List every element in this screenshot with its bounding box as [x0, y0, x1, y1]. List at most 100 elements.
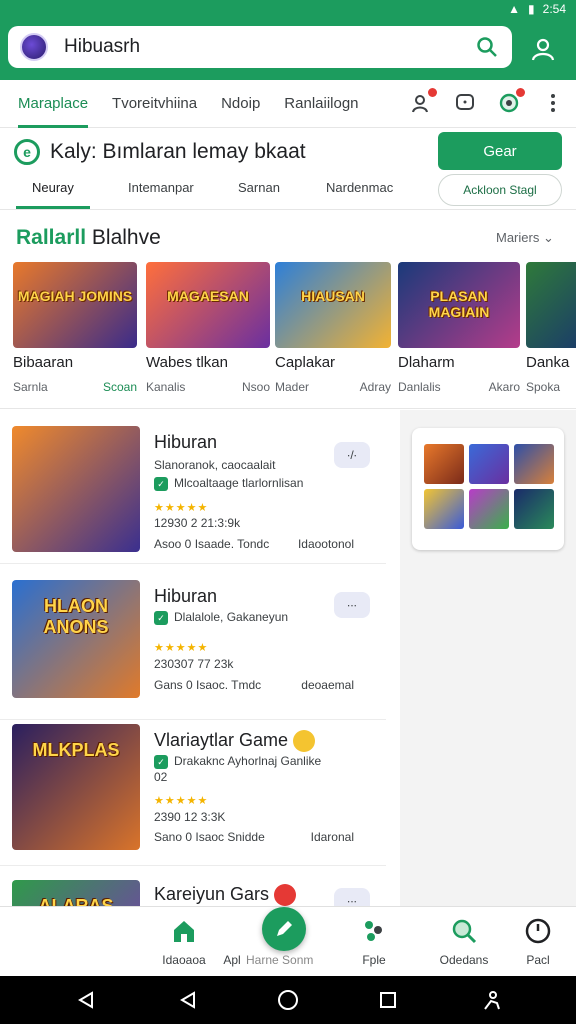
home-icon — [170, 917, 198, 945]
subtab-4[interactable]: Nardenmac — [326, 180, 393, 195]
app-logo-icon — [20, 33, 48, 61]
game-foot: Gans 0 Isaoc. Tmdc deoaemal — [154, 678, 354, 692]
more-options-button[interactable]: ∙/∙ — [334, 442, 370, 468]
top-app-bar: Hibuasrh — [0, 18, 576, 80]
card-title: Caplakar — [275, 354, 336, 371]
more-options-button[interactable]: ∙∙∙ — [334, 592, 370, 618]
more-vert-icon[interactable] — [540, 90, 566, 116]
card-title: Bibaaran — [13, 354, 74, 371]
games-icon[interactable] — [496, 88, 525, 116]
game-meta: 230307 77 23k — [154, 657, 234, 671]
recents-icon[interactable] — [376, 988, 400, 1012]
verified-icon: ✓ — [154, 755, 168, 769]
edit-icon — [277, 921, 292, 936]
carousel-card[interactable]: PLASAN MAGIAIN Dlaharm Danlalis Akaro — [398, 262, 520, 394]
tab-4[interactable]: Ranlaiilogn — [272, 80, 370, 128]
card-sub-right: Nsoo — [241, 380, 270, 394]
fab-label: Harne Sonm — [246, 953, 314, 967]
tab-2[interactable]: Tvoreitvhiina — [100, 80, 209, 128]
rating-stars: ★★★★★ — [154, 502, 209, 514]
tab-marketplace[interactable]: Maraplace — [0, 80, 100, 128]
mini-thumb[interactable] — [424, 489, 464, 529]
card-sub: Danlalis — [398, 380, 441, 394]
card-sub-right: Akaro — [488, 380, 520, 394]
carousel-card[interactable]: HIAUSAN Caplakar Mader Adray — [275, 262, 391, 394]
promo-banner: e Kaly: Bımlaran lemay bkaat Gear — [0, 130, 576, 174]
people-icon — [360, 917, 388, 945]
edit-fab-button[interactable] — [262, 907, 306, 951]
game-developer: ✓ Dlalalole, Gakaneyun — [154, 610, 288, 625]
top-tabs: Maraplace Tvoreitvhiina Ndoip Ranlaiilog… — [0, 80, 576, 128]
banner-button[interactable]: Gear — [438, 132, 562, 170]
bottom-nav-people[interactable]: Fple — [332, 907, 416, 977]
game-thumbnail: HIAUSAN — [275, 262, 391, 348]
mini-thumb[interactable] — [514, 489, 554, 529]
mini-game-grid[interactable] — [412, 428, 564, 550]
game-thumbnail — [12, 426, 140, 552]
notification-icon[interactable] — [408, 88, 437, 116]
card-sub-right: Scoan — [102, 380, 137, 394]
mini-thumb[interactable] — [514, 444, 554, 484]
battery-icon: ▮ — [528, 2, 535, 16]
badge-icon — [274, 884, 297, 907]
subtab-3[interactable]: Sarnan — [238, 180, 280, 195]
apps-icon — [218, 917, 246, 945]
card-sub-right: Adray — [359, 380, 391, 394]
list-item[interactable]: Hiburan Slanoranok, caocaalait ✓ Mlcoalta… — [0, 424, 386, 564]
card-sub: Kanalis — [146, 380, 186, 394]
carousel-card[interactable]: MAGAESAN Wabes tlkan Kanalis Nsoo — [146, 262, 270, 394]
game-thumbnail: MAGAESAN — [146, 262, 270, 348]
game-thumbnail: HLAON ANONS — [12, 580, 140, 698]
divider — [0, 408, 576, 409]
subtab-indicator — [16, 206, 90, 209]
game-title: Hiburan — [154, 432, 218, 452]
accessibility-icon[interactable] — [480, 988, 504, 1012]
section-title: Rallarll Blalhve — [16, 226, 161, 249]
featured-carousel: MAGIAH JOMINS Bibaaran Sarnla Scoan MAGAE… — [0, 262, 576, 402]
filter-chip[interactable]: Ackloon Stagl — [438, 174, 562, 206]
mini-thumb[interactable] — [469, 489, 509, 529]
rating-stars: ★★★★★ — [154, 795, 209, 807]
game-developer-extra: 02 — [154, 770, 168, 784]
card-title: Danka — [526, 354, 570, 371]
tab-3[interactable]: Ndoip — [209, 80, 272, 128]
game-foot: Sano 0 Isaoc Snidde Idaronal — [154, 830, 354, 844]
search-icon[interactable] — [474, 34, 500, 60]
game-meta: 2390 12 3:3K — [154, 810, 226, 824]
subtab-1[interactable]: Neuray — [32, 180, 74, 195]
coin-icon — [293, 730, 316, 753]
game-thumbnail: MAGIAH JOMINS — [13, 262, 137, 348]
side-panel — [400, 410, 576, 910]
bottom-nav-timer[interactable]: Pacl — [496, 907, 576, 977]
search-bar[interactable]: Hibuasrh — [8, 26, 512, 68]
game-foot: Asoo 0 Isaade. Tondc Idaootonol — [154, 537, 354, 551]
list-item[interactable]: MLKPLAS Vlariaytlar Game ✓ Drakaknc Ayhor… — [0, 724, 386, 866]
subtab-2[interactable]: Intemanpar — [128, 180, 194, 195]
section-more-link[interactable]: Mariers ⌄ — [496, 230, 554, 246]
carousel-card[interactable]: MAGIAH JOMINS Bibaaran Sarnla Scoan — [13, 262, 137, 394]
back-icon[interactable] — [74, 988, 98, 1012]
search-input[interactable]: Hibuasrh — [64, 36, 474, 58]
bottom-navigation: Idaoaoa Apl Harne Sonm Fple Odedans Pacl — [0, 906, 576, 976]
chat-icon[interactable] — [452, 90, 478, 116]
carousel-card[interactable]: Danka Spoka — [526, 262, 576, 394]
game-developer: ✓ Drakaknc Ayhorlnaj Ganlike — [154, 754, 321, 769]
home-button-icon[interactable] — [276, 988, 300, 1012]
bottom-nav-search[interactable]: Odedans — [422, 907, 506, 977]
chevron-down-icon: ⌄ — [542, 230, 554, 245]
list-item[interactable]: HLAON ANONS Hiburan ✓ Dlalalole, Gakaneyu… — [0, 580, 386, 720]
brand-badge-icon: e — [14, 139, 40, 165]
account-icon[interactable] — [526, 32, 560, 66]
game-title: Vlariaytlar Game — [154, 730, 316, 753]
verified-icon: ✓ — [154, 477, 168, 491]
card-sub: Spoka — [526, 380, 561, 394]
mini-thumb[interactable] — [424, 444, 464, 484]
signal-icon: ▲ — [508, 2, 521, 16]
banner-text: Kaly: Bımlaran lemay bkaat — [50, 140, 306, 163]
system-nav-bar — [0, 976, 576, 1024]
game-subtitle: Slanoranok, caocaalait — [154, 458, 276, 472]
mini-thumb[interactable] — [469, 444, 509, 484]
status-bar: ▲ ▮ 2:54 — [0, 0, 576, 18]
rating-stars: ★★★★★ — [154, 642, 209, 654]
back-alt-icon[interactable] — [176, 988, 200, 1012]
